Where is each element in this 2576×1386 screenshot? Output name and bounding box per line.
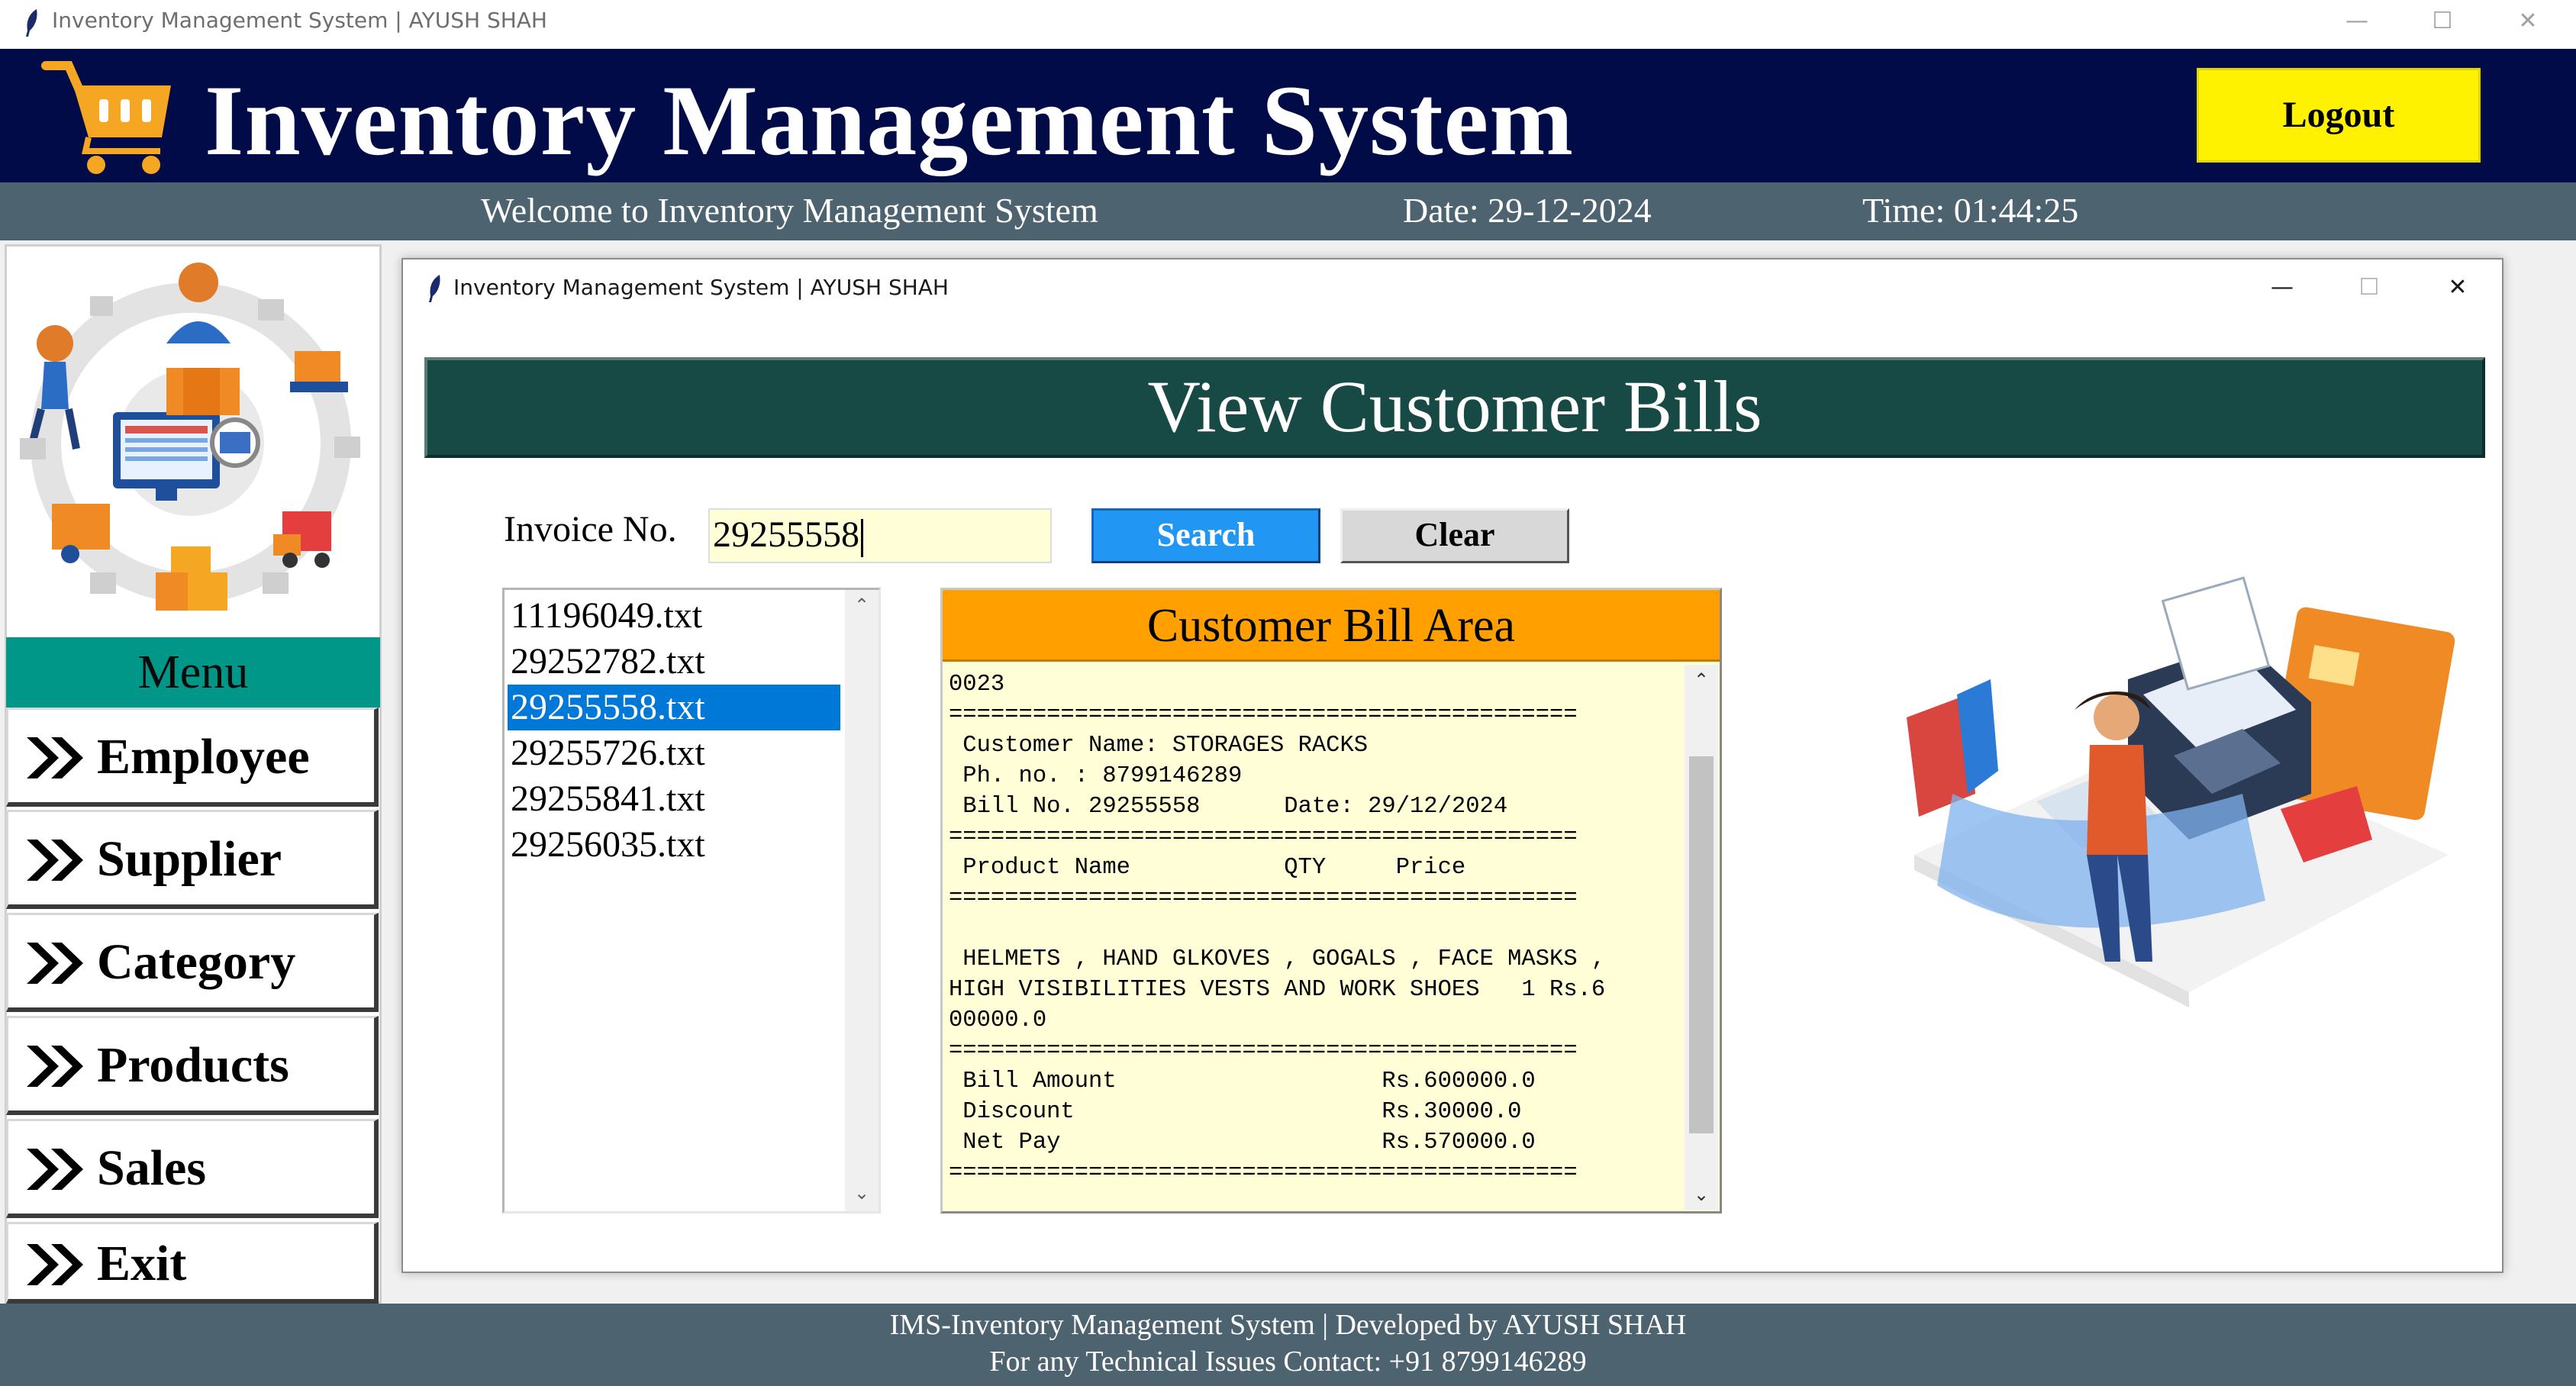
list-item[interactable]: 29255726.txt (508, 730, 840, 776)
customer-bill-area: Customer Bill Area 0023 =================… (940, 588, 1722, 1214)
bill-line: Net Pay Rs.570000.0 (949, 1130, 1536, 1156)
feather-icon (429, 275, 440, 302)
menu-exit-label: Exit (97, 1236, 187, 1291)
menu-products-label: Products (97, 1037, 289, 1093)
bill-area-title: Customer Bill Area (943, 590, 1720, 662)
invoice-label: Invoice No. (504, 509, 677, 550)
menu-sales-label: Sales (97, 1140, 207, 1196)
text-cursor (861, 518, 863, 557)
search-button[interactable]: Search (1091, 508, 1320, 563)
bill-textarea[interactable]: 0023 ====================================… (949, 669, 1681, 1207)
bill-line: ========================================… (949, 885, 1578, 911)
bill-line: 0023 (949, 672, 1005, 698)
window-titlebar: Inventory Management System | AYUSH SHAH… (0, 0, 2576, 49)
scroll-up-icon[interactable]: ⌃ (1685, 665, 1718, 695)
bill-line (949, 914, 1681, 944)
menu-category-label: Category (97, 934, 296, 990)
invoice-input[interactable]: 29255558 (708, 508, 1052, 563)
footer-credit: IMS-Inventory Management System | Develo… (889, 1309, 1687, 1341)
child-maximize-button[interactable]: ☐ (2331, 269, 2407, 307)
scroll-down-icon[interactable]: ⌄ (1685, 1179, 1718, 1210)
bill-line: Product Name QTY Price (949, 855, 1466, 881)
menu-supplier-button[interactable]: Supplier (6, 810, 379, 909)
double-chevron-right-icon (27, 943, 83, 984)
view-bills-window: Inventory Management System | AYUSH SHAH… (401, 258, 2503, 1273)
bill-line: HIGH VISIBILITIES VESTS AND WORK SHOES 1… (949, 977, 1606, 1003)
scrollbar-thumb[interactable] (1689, 756, 1714, 1133)
menu-supplier-label: Supplier (97, 831, 282, 887)
minimize-button[interactable]: — (2314, 0, 2400, 49)
app-title: Inventory Management System (205, 64, 1575, 176)
status-bar: Welcome to Inventory Management System D… (0, 182, 2576, 240)
inventory-illustration (20, 263, 360, 611)
menu-sales-button[interactable]: Sales (6, 1119, 379, 1218)
date-text: Date: 29-12-2024 (1403, 191, 1652, 230)
shopping-cart-icon (41, 61, 171, 174)
bill-line: Ph. no. : 8799146289 (949, 763, 1243, 789)
child-window-title: Inventory Management System | AYUSH SHAH (453, 275, 949, 300)
bill-line: 00000.0 (949, 1007, 1047, 1033)
invoice-input-value: 29255558 (713, 514, 859, 555)
double-chevron-right-icon (27, 1244, 83, 1285)
close-button[interactable]: ✕ (2485, 0, 2571, 49)
bill-line: ========================================… (949, 1160, 1578, 1186)
bill-line: Bill No. 29255558 Date: 29/12/2024 (949, 794, 1508, 820)
menu-category-button[interactable]: Category (6, 913, 379, 1012)
bill-line: ========================================… (949, 824, 1578, 850)
footer: IMS-Inventory Management System | Develo… (0, 1304, 2576, 1386)
bill-line: ========================================… (949, 702, 1578, 728)
bill-line: Customer Name: STORAGES RACKS (949, 733, 1369, 759)
page-title: View Customer Bills (424, 357, 2485, 458)
scroll-down-icon[interactable]: ⌄ (845, 1178, 879, 1208)
list-item[interactable]: 29256035.txt (508, 822, 840, 868)
child-close-button[interactable]: ✕ (2420, 269, 2496, 307)
list-item[interactable]: 29255841.txt (508, 776, 840, 822)
menu-products-button[interactable]: Products (6, 1016, 379, 1115)
scroll-up-icon[interactable]: ⌃ (845, 590, 879, 620)
child-minimize-button[interactable]: — (2244, 269, 2320, 307)
menu-exit-button[interactable]: Exit (6, 1222, 379, 1304)
menu-title: Menu (6, 637, 380, 708)
time-text: Time: 01:44:25 (1862, 191, 2079, 230)
double-chevron-right-icon (27, 840, 83, 881)
welcome-text: Welcome to Inventory Management System (481, 191, 1098, 230)
feather-icon (26, 9, 37, 37)
maximize-button[interactable]: ☐ (2400, 0, 2485, 49)
clear-button[interactable]: Clear (1340, 508, 1569, 563)
window-title: Inventory Management System | AYUSH SHAH (52, 8, 547, 33)
bill-line: HELMETS , HAND GLKOVES , GOGALS , FACE M… (949, 946, 1606, 972)
footer-contact: For any Technical Issues Contact: +91 87… (989, 1346, 1587, 1378)
list-item[interactable]: 11196049.txt (508, 593, 840, 639)
billing-illustration (1907, 576, 2455, 1007)
double-chevron-right-icon (27, 1046, 83, 1087)
bill-line: Bill Amount Rs.600000.0 (949, 1069, 1536, 1094)
list-item-selected[interactable]: 29255558.txt (508, 685, 840, 730)
bill-scrollbar[interactable]: ⌃ ⌄ (1685, 665, 1718, 1210)
menu-employee-button[interactable]: Employee (6, 708, 379, 807)
double-chevron-right-icon (27, 737, 83, 778)
bill-file-list[interactable]: 11196049.txt 29252782.txt 29255558.txt 2… (502, 588, 881, 1214)
bill-line: ========================================… (949, 1038, 1578, 1064)
double-chevron-right-icon (27, 1149, 83, 1190)
menu-employee-label: Employee (97, 729, 310, 785)
logout-button[interactable]: Logout (2197, 68, 2481, 163)
file-list-scrollbar[interactable]: ⌃ ⌄ (845, 590, 879, 1211)
list-item[interactable]: 29252782.txt (508, 639, 840, 685)
bill-line: Discount Rs.30000.0 (949, 1099, 1522, 1125)
